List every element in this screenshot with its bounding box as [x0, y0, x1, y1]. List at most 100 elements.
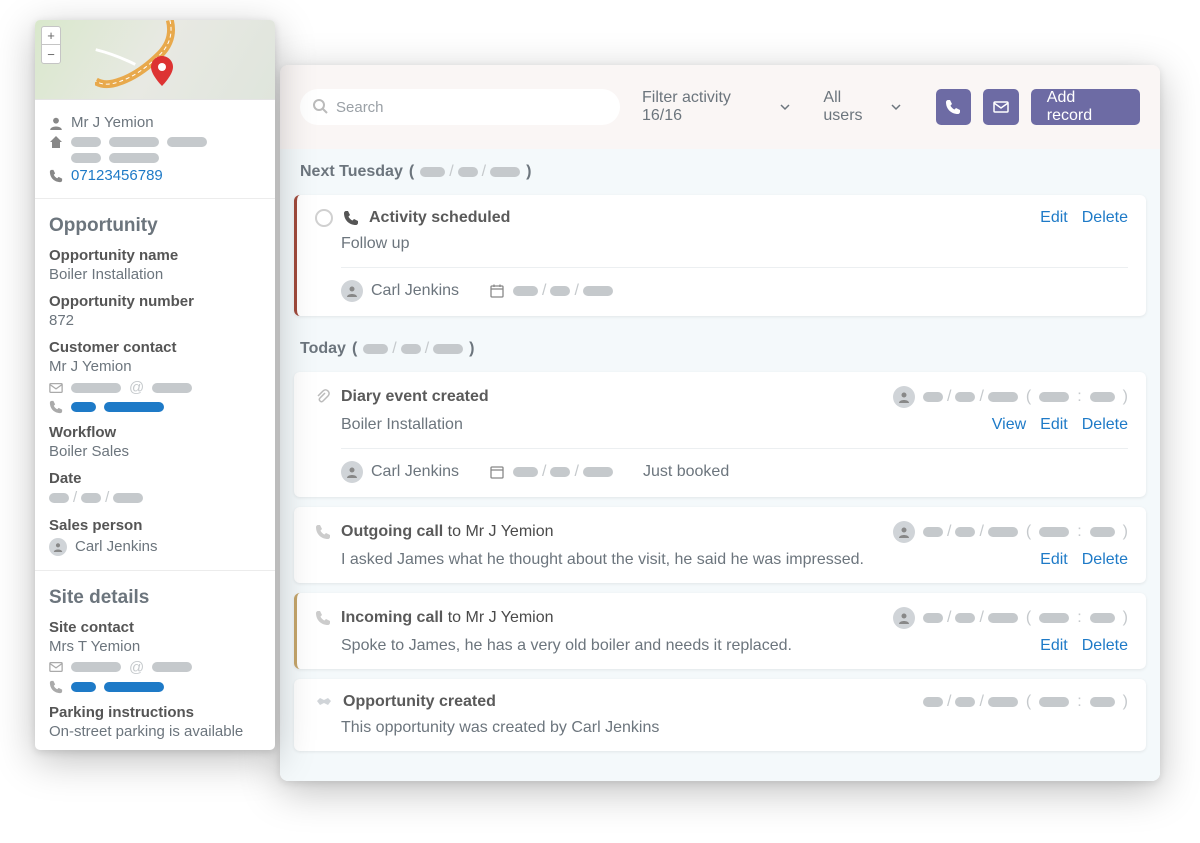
section-header-next: Next Tuesday ( // ) [280, 149, 1160, 189]
activity-card-outgoing-call: Outgoing call to Mr J Yemion // (:) I as… [294, 507, 1146, 583]
date-placeholder: // [49, 489, 143, 506]
activity-card-opportunity-created: Opportunity created // (:) This opportun… [294, 679, 1146, 751]
delete-link[interactable]: Delete [1082, 551, 1128, 569]
workflow-label: Workflow [49, 424, 261, 441]
map-preview[interactable]: + − [35, 20, 275, 100]
phone-button[interactable] [936, 89, 972, 125]
opportunity-number-label: Opportunity number [49, 293, 261, 310]
details-sidebar: + − Mr J Yemion 07123456789 Opportunity … [35, 20, 275, 750]
filter-activity-dropdown[interactable]: Filter activity 16/16 [632, 83, 801, 131]
map-zoom-controls: + − [41, 26, 61, 64]
calendar-icon [489, 283, 505, 299]
chevron-down-icon [890, 101, 902, 113]
delete-link[interactable]: Delete [1082, 637, 1128, 655]
card-subtitle: Follow up [341, 235, 1128, 253]
opportunity-block: Opportunity Opportunity name Boiler Inst… [35, 199, 275, 571]
activity-card-diary: Diary event created // (:) Boiler Instal… [294, 372, 1146, 497]
add-record-label: Add record [1047, 89, 1124, 125]
card-body: I asked James what he thought about the … [341, 551, 864, 569]
date-placeholder: // [363, 340, 463, 358]
chevron-down-icon [779, 101, 791, 113]
delete-link[interactable]: Delete [1082, 416, 1128, 434]
card-title: Outgoing call [341, 523, 443, 540]
site-details-block: Site details Site contact Mrs T Yemion @… [35, 571, 275, 750]
parking-label: Parking instructions [49, 704, 261, 721]
envelope-icon [49, 381, 63, 395]
card-body: This opportunity was created by Carl Jen… [341, 719, 1128, 737]
contact-name: Mr J Yemion [71, 114, 154, 131]
phone-link[interactable]: 07123456789 [71, 167, 163, 184]
phone-icon [315, 610, 331, 626]
section-label: Today [300, 340, 346, 358]
call-recipient: Mr J Yemion [465, 523, 553, 540]
person-icon [49, 116, 63, 130]
complete-toggle[interactable] [315, 209, 333, 227]
activity-panel: Filter activity 16/16 All users Add reco… [280, 65, 1160, 781]
opportunity-name-value: Boiler Installation [49, 266, 261, 283]
avatar-icon [341, 461, 363, 483]
activity-user: Carl Jenkins [341, 280, 459, 302]
phone-icon [343, 210, 359, 226]
users-filter-label: All users [823, 89, 883, 125]
activity-user: Carl Jenkins [341, 461, 459, 483]
calendar-icon [489, 464, 505, 480]
phone-icon [49, 680, 63, 694]
date-label: Date [49, 470, 261, 487]
search-container [300, 89, 620, 125]
date-placeholder: // [420, 163, 520, 181]
edit-link[interactable]: Edit [1040, 637, 1068, 655]
filter-label: Filter activity 16/16 [642, 89, 773, 125]
customer-contact-value: Mr J Yemion [49, 358, 261, 375]
attachment-icon [315, 389, 331, 405]
activity-status: Just booked [643, 463, 729, 481]
phone-icon [315, 524, 331, 540]
opportunity-heading: Opportunity [49, 215, 261, 237]
site-details-heading: Site details [49, 587, 261, 609]
activity-card-scheduled: Activity scheduled Edit Delete Follow up… [294, 195, 1146, 316]
email-button[interactable] [983, 89, 1019, 125]
activity-stream: Next Tuesday ( // ) Activity scheduled E… [280, 149, 1160, 781]
opportunity-number-value: 872 [49, 312, 261, 329]
activity-date: // [489, 282, 613, 300]
avatar-icon [893, 521, 915, 543]
avatar-icon [49, 538, 67, 556]
opportunity-name-label: Opportunity name [49, 247, 261, 264]
card-title: Incoming call [341, 609, 443, 626]
delete-link[interactable]: Delete [1082, 209, 1128, 227]
phone-icon [49, 169, 63, 183]
view-link[interactable]: View [992, 416, 1026, 434]
home-icon [49, 135, 63, 149]
card-title: Activity scheduled [369, 209, 510, 226]
zoom-in-button[interactable]: + [42, 27, 60, 45]
users-filter-dropdown[interactable]: All users [813, 83, 911, 131]
workflow-value: Boiler Sales [49, 443, 261, 460]
site-contact-label: Site contact [49, 619, 261, 636]
section-header-today: Today ( // ) [280, 326, 1160, 366]
card-body: Spoke to James, he has a very old boiler… [341, 637, 792, 655]
contact-block: Mr J Yemion 07123456789 [35, 100, 275, 199]
avatar-icon [893, 607, 915, 629]
edit-link[interactable]: Edit [1040, 551, 1068, 569]
activity-date: // [489, 463, 613, 481]
edit-link[interactable]: Edit [1040, 209, 1068, 227]
add-record-button[interactable]: Add record [1031, 89, 1140, 125]
card-title: Opportunity created [343, 693, 496, 710]
call-recipient: Mr J Yemion [465, 609, 553, 626]
activity-toolbar: Filter activity 16/16 All users Add reco… [280, 65, 1160, 149]
user-name: Carl Jenkins [371, 463, 459, 481]
search-input[interactable] [300, 89, 620, 125]
avatar-icon [893, 386, 915, 408]
card-title: Diary event created [341, 388, 489, 405]
handshake-icon [315, 693, 333, 711]
edit-link[interactable]: Edit [1040, 416, 1068, 434]
zoom-out-button[interactable]: − [42, 45, 60, 63]
envelope-icon [49, 660, 63, 674]
activity-card-incoming-call: Incoming call to Mr J Yemion // (:) Spok… [294, 593, 1146, 669]
phone-icon [49, 400, 63, 414]
parking-value: On-street parking is available [49, 723, 261, 740]
card-subtitle: Boiler Installation [341, 416, 463, 434]
avatar-icon [341, 280, 363, 302]
map-pin-icon [151, 56, 173, 86]
sales-person-label: Sales person [49, 517, 261, 534]
sales-person-value: Carl Jenkins [75, 538, 158, 555]
